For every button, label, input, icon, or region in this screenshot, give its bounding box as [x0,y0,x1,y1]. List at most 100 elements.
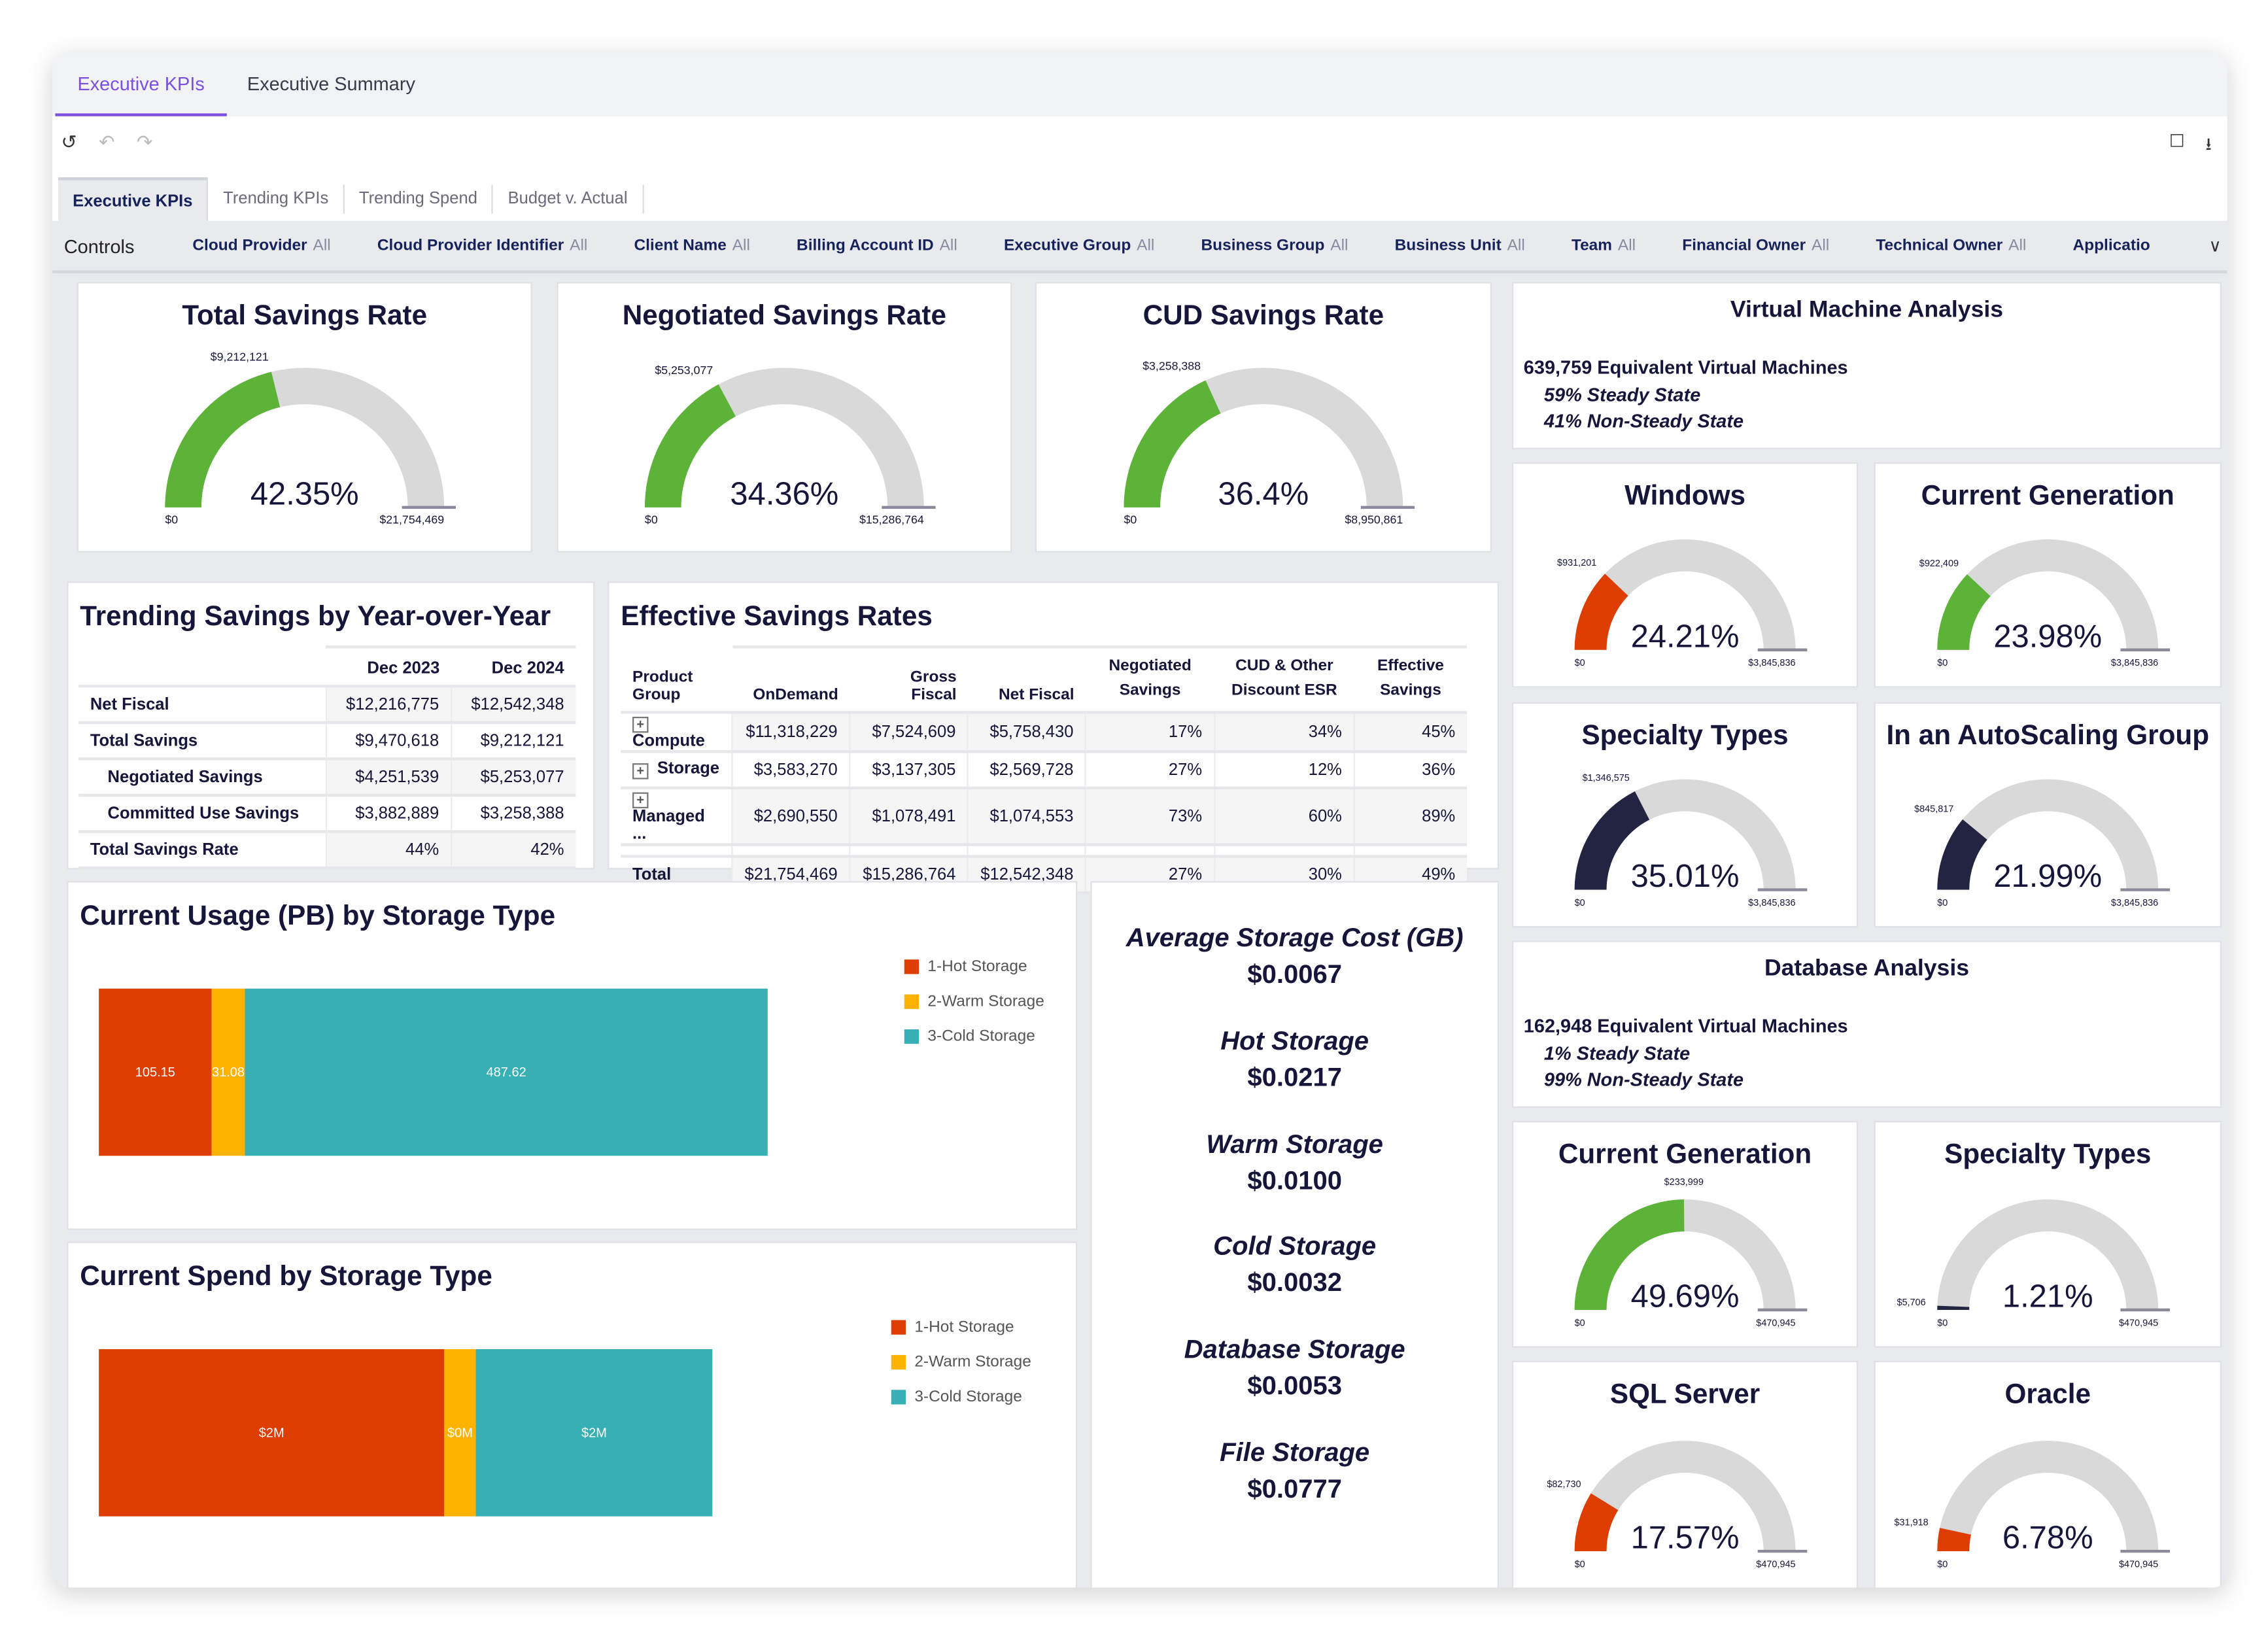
gauge-min-label: $0 [165,513,178,526]
reset-icon[interactable]: ↺ [61,131,77,154]
storage-cost-name: Database Storage [1184,1335,1405,1364]
gauge-value-label: $233,999 [1664,1177,1704,1188]
table-row: Net Fiscal $12,216,775 $12,542,348 [78,686,576,725]
gauge-max-label: $470,945 [1756,1318,1795,1328]
spend-legend: 1-Hot Storage 2-Warm Storage 3-Cold Storag… [891,1310,1031,1415]
bookmark-icon[interactable]: ☐ [2169,131,2185,151]
table-cell: $5,253,077 [450,759,576,797]
column-header: OnDemand [732,645,850,714]
filter-cloud-provider-identifier[interactable]: Cloud Provider Identifier All [377,237,587,254]
storage-cost-name: Average Storage Cost (GB) [1125,923,1464,953]
chevron-down-icon[interactable]: ∨ [2208,235,2222,256]
db-analysis-card: Database Analysis 162,948 Equivalent Vir… [1513,942,2220,1107]
gauge-min-label: $0 [1937,1560,1948,1570]
filter-executive-group[interactable]: Executive Group All [1004,237,1154,254]
bar-data-label: $0M [447,1426,473,1441]
product-group-cell[interactable]: + Storage [621,751,732,790]
table-row[interactable]: +Managed ... $2,690,550 $1,078,491 $1,074,5… [621,787,1468,846]
gauge-percent: 49.69% [1631,1279,1740,1314]
gauge-min-label: $0 [1575,1318,1585,1328]
gauge-max-label: $470,945 [2119,1318,2158,1328]
gauge-max-label: $3,845,836 [2111,898,2158,908]
gauge-card-current-generation: Current Generation 23.98% $0 $3,845,836 $922… [1875,464,2220,687]
gauge-max-label: $470,945 [1756,1560,1795,1570]
gauge: 35.01% $0 $3,845,836 $1,346,575 [1574,773,1808,908]
tab-executive-kpis[interactable]: Executive KPIs [55,52,227,116]
filter-team[interactable]: Team All [1572,237,1636,254]
legend-item[interactable]: 2-Warm Storage [891,1345,1031,1379]
table-row[interactable]: +Compute $11,318,229 $7,524,609 $5,758,430 1… [621,712,1468,753]
gauge-value-label: $1,346,575 [1583,773,1630,783]
gauge-percent: 34.36% [730,476,838,511]
filter-financial-owner[interactable]: Financial Owner All [1682,237,1829,254]
filter-cloud-provider[interactable]: Cloud Provider All [192,237,330,254]
storage-cost-item: Average Storage Cost (GB) $0.0067 [1092,923,1498,990]
product-group-cell[interactable]: +Compute [621,712,732,753]
usage-stacked-bar-chart: 105.15 31.08 487.62 [99,988,768,1156]
legend-swatch [891,1390,906,1405]
legend-item[interactable]: 2-Warm Storage [904,984,1044,1019]
storage-cost-name: Warm Storage [1206,1129,1383,1158]
sheet-tab-trending-spend[interactable]: Trending Spend [345,184,494,214]
sheet-tab-budget-v-actual[interactable]: Budget v. Actual [493,184,644,214]
product-group-cell[interactable]: +Managed ... [621,787,732,846]
redo-icon[interactable]: ↷ [137,131,152,154]
spend-stacked-bar-chart: $2M $0M $2M [99,1349,713,1517]
undo-icon[interactable]: ↶ [99,131,114,154]
product-group-label: Managed ... [632,808,705,844]
table-row: Total Savings Rate 44% 42% [78,831,576,870]
gauge-min-label: $0 [1937,658,1948,668]
sheet-tab-trending-kpis[interactable]: Trending KPIs [209,184,345,214]
gauge-percent: 36.4% [1218,476,1309,511]
filter-value: All [2008,237,2027,255]
bar-data-label: $2M [581,1426,607,1441]
legend-label: 3-Cold Storage [914,1388,1022,1406]
expand-icon[interactable]: + [632,716,649,733]
controls-label[interactable]: Controls [64,235,135,256]
download-icon[interactable]: ⭳ [2205,131,2211,162]
legend-swatch [891,1320,906,1335]
gauge-max-label: $3,845,836 [1748,658,1795,668]
legend-item[interactable]: 3-Cold Storage [904,1019,1044,1054]
gauge-value-label: $3,258,388 [1143,359,1201,372]
sheet-tab-executive-kpis[interactable]: Executive KPIs [58,177,209,221]
filter-client-name[interactable]: Client Name All [634,237,749,254]
filter-business-group[interactable]: Business Group All [1201,237,1349,254]
storage-cost-name: Hot Storage [1220,1026,1369,1056]
filter-billing-account-id[interactable]: Billing Account ID All [797,237,957,254]
table-cell: $1,074,553 [967,787,1086,846]
table-cell: $2,690,550 [731,787,850,846]
gauge-percent: 21.99% [1993,859,2102,894]
table-cell: 42% [450,831,576,870]
filter-name: Business Group [1201,237,1325,255]
table-row[interactable]: + Storage $3,583,270 $3,137,305 $2,569,728 27… [621,751,1468,790]
tab-executive-summary[interactable]: Executive Summary [247,52,415,116]
filter-technical-owner[interactable]: Technical Owner All [1876,237,2026,254]
filter-business-unit[interactable]: Business Unit All [1395,237,1525,254]
gauge-value-label: $31,918 [1895,1518,1929,1528]
vm-analysis-title: Virtual Machine Analysis [1730,298,2004,323]
filter-applicatio[interactable]: Applicatio [2073,237,2156,254]
gauge-card-cud-savings-rate: CUD Savings Rate 36.4% $0 $8,950,861 $3,258,… [1037,283,1490,551]
gauge-card-specialty-types: Specialty Types 35.01% $0 $3,845,836 $1,346,… [1513,703,1857,927]
expand-icon[interactable]: + [632,763,649,780]
storage-cost-price: $0.0067 [1247,959,1342,989]
storage-cost-item: Warm Storage $0.0100 [1092,1129,1498,1195]
legend-label: 2-Warm Storage [914,1353,1031,1371]
filter-value: All [1330,237,1349,255]
expand-icon[interactable]: + [632,792,649,809]
gauge: 6.78% $0 $470,945 $31,918 [1895,1441,2170,1570]
filter-value: All [732,237,750,255]
spend-chart-card: Current Spend by Storage Type $2M $0M $2M … [68,1243,1076,1588]
table-cell: 73% [1085,787,1214,846]
legend-item[interactable]: 1-Hot Storage [891,1310,1031,1345]
table-cell: 89% [1353,787,1468,846]
bar-data-label: 487.62 [487,1065,526,1080]
gauge-card-db-specialty-types: Specialty Types 1.21% $0 $470,945 $5,706 [1875,1122,2220,1347]
row-label: Negotiated Savings [78,759,326,797]
storage-cost-price: $0.0777 [1247,1474,1342,1503]
legend-item[interactable]: 3-Cold Storage [891,1380,1031,1415]
legend-item[interactable]: 1-Hot Storage [904,950,1044,984]
filter-value: All [1617,237,1636,255]
filter-value: All [570,237,588,255]
